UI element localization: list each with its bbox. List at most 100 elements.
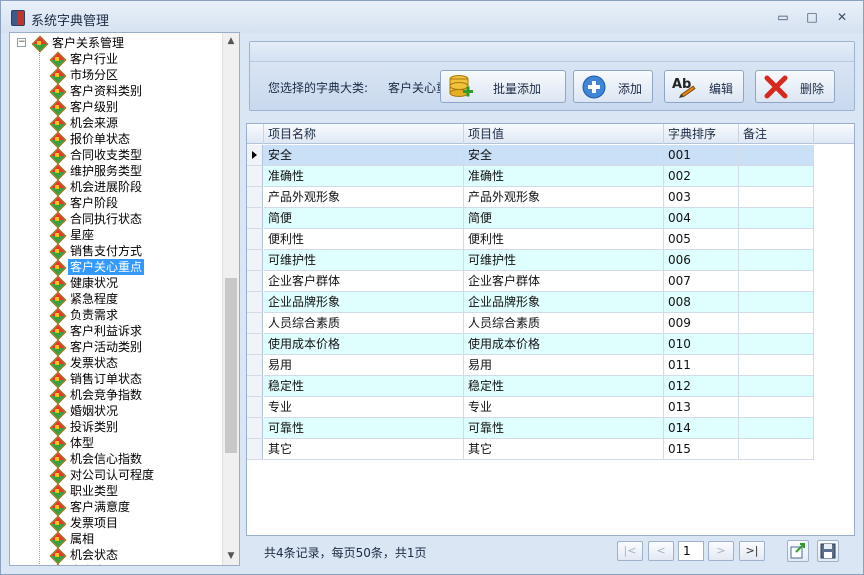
row-header[interactable] [247, 229, 263, 250]
table-cell[interactable]: 001 [664, 145, 739, 166]
table-cell[interactable] [739, 334, 814, 355]
tree-item[interactable]: 销售支付方式 [50, 243, 225, 259]
row-header[interactable] [247, 292, 263, 313]
column-header-value[interactable]: 项目值 [464, 124, 664, 144]
minimize-button[interactable]: ▭ [774, 10, 792, 24]
row-header[interactable] [247, 334, 263, 355]
tree-item[interactable]: 婚姻状况 [50, 403, 225, 419]
table-cell[interactable] [739, 418, 814, 439]
batch-add-button[interactable]: 批量添加 [440, 70, 566, 103]
table-cell[interactable]: 易用 [464, 355, 664, 376]
tree-item[interactable]: 客户活动类别 [50, 339, 225, 355]
table-cell[interactable]: 可靠性 [264, 418, 464, 439]
table-cell[interactable]: 产品外观形象 [464, 187, 664, 208]
row-header[interactable] [247, 355, 263, 376]
table-cell[interactable] [739, 313, 814, 334]
tree-item[interactable]: 市场分区 [50, 67, 225, 83]
table-cell[interactable]: 011 [664, 355, 739, 376]
table-cell[interactable]: 013 [664, 397, 739, 418]
table-row[interactable]: 安全 安全 001 [247, 145, 814, 166]
table-cell[interactable]: 简便 [264, 208, 464, 229]
close-button[interactable]: ✕ [833, 10, 851, 24]
last-page-button[interactable]: >| [739, 541, 765, 561]
table-row[interactable]: 准确性 准确性 002 [247, 166, 814, 187]
table-cell[interactable] [739, 187, 814, 208]
column-header-remark[interactable]: 备注 [739, 124, 814, 144]
table-cell[interactable]: 企业客户群体 [264, 271, 464, 292]
table-cell[interactable] [739, 439, 814, 460]
tree-item[interactable]: 紧急程度 [50, 291, 225, 307]
scroll-down-icon[interactable]: ▼ [223, 548, 239, 565]
table-cell[interactable]: 可靠性 [464, 418, 664, 439]
table-cell[interactable] [739, 292, 814, 313]
tree-item[interactable]: 机会信心指数 [50, 451, 225, 467]
tree-item[interactable]: 销售订单状态 [50, 371, 225, 387]
table-cell[interactable]: 其它 [464, 439, 664, 460]
table-cell[interactable]: 可维护性 [464, 250, 664, 271]
row-header[interactable] [247, 187, 263, 208]
table-cell[interactable]: 008 [664, 292, 739, 313]
row-header[interactable] [247, 208, 263, 229]
table-cell[interactable]: 可维护性 [264, 250, 464, 271]
table-cell[interactable]: 使用成本价格 [264, 334, 464, 355]
tree-item[interactable]: 客户来源 [50, 563, 225, 565]
table-cell[interactable] [739, 397, 814, 418]
table-cell[interactable]: 准确性 [464, 166, 664, 187]
tree-item[interactable]: 机会进展阶段 [50, 179, 225, 195]
add-button[interactable]: 添加 [573, 70, 653, 103]
table-cell[interactable]: 014 [664, 418, 739, 439]
table-row[interactable]: 易用 易用 011 [247, 355, 814, 376]
table-cell[interactable]: 易用 [264, 355, 464, 376]
row-header[interactable] [247, 439, 263, 460]
table-cell[interactable]: 准确性 [264, 166, 464, 187]
table-row[interactable]: 简便 简便 004 [247, 208, 814, 229]
row-header[interactable] [247, 166, 263, 187]
tree-item[interactable]: 对公司认可程度 [50, 467, 225, 483]
column-header-name[interactable]: 项目名称 [264, 124, 464, 144]
table-row[interactable]: 企业品牌形象 企业品牌形象 008 [247, 292, 814, 313]
table-row[interactable]: 使用成本价格 使用成本价格 010 [247, 334, 814, 355]
next-page-button[interactable]: > [708, 541, 734, 561]
row-header[interactable] [247, 376, 263, 397]
tree-item[interactable]: 客户级别 [50, 99, 225, 115]
delete-button[interactable]: 删除 [755, 70, 835, 103]
table-cell[interactable]: 007 [664, 271, 739, 292]
table-cell[interactable]: 009 [664, 313, 739, 334]
table-cell[interactable] [739, 271, 814, 292]
prev-page-button[interactable]: < [648, 541, 674, 561]
table-cell[interactable]: 专业 [464, 397, 664, 418]
tree-item[interactable]: 客户满意度 [50, 499, 225, 515]
page-number-input[interactable]: 1 [678, 541, 704, 561]
tree-item[interactable]: 维护服务类型 [50, 163, 225, 179]
table-cell[interactable]: 稳定性 [264, 376, 464, 397]
table-cell[interactable]: 产品外观形象 [264, 187, 464, 208]
table-cell[interactable]: 使用成本价格 [464, 334, 664, 355]
table-cell[interactable]: 004 [664, 208, 739, 229]
tree-item[interactable]: 机会来源 [50, 115, 225, 131]
table-cell[interactable]: 010 [664, 334, 739, 355]
row-header[interactable] [247, 250, 263, 271]
column-header-order[interactable]: 字典排序 [664, 124, 739, 144]
table-cell[interactable]: 015 [664, 439, 739, 460]
table-cell[interactable]: 企业品牌形象 [464, 292, 664, 313]
scroll-up-icon[interactable]: ▲ [223, 33, 239, 50]
tree-item[interactable]: 健康状况 [50, 275, 225, 291]
tree-item[interactable]: 体型 [50, 435, 225, 451]
tree-item[interactable]: 合同收支类型 [50, 147, 225, 163]
tree-item[interactable]: 负责需求 [50, 307, 225, 323]
row-header[interactable] [247, 397, 263, 418]
table-cell[interactable]: 简便 [464, 208, 664, 229]
tree-scrollbar[interactable]: ▲ ▼ [222, 33, 239, 565]
tree-item[interactable]: 机会竞争指数 [50, 387, 225, 403]
tree-item[interactable]: 机会状态 [50, 547, 225, 563]
table-cell[interactable]: 安全 [464, 145, 664, 166]
tree-item[interactable]: 发票状态 [50, 355, 225, 371]
table-cell[interactable] [739, 208, 814, 229]
table-cell[interactable]: 企业客户群体 [464, 271, 664, 292]
table-cell[interactable]: 便利性 [464, 229, 664, 250]
tree-item[interactable]: 客户阶段 [50, 195, 225, 211]
table-row[interactable]: 其它 其它 015 [247, 439, 814, 460]
table-cell[interactable]: 便利性 [264, 229, 464, 250]
table-cell[interactable] [739, 145, 814, 166]
tree-item[interactable]: 发票项目 [50, 515, 225, 531]
